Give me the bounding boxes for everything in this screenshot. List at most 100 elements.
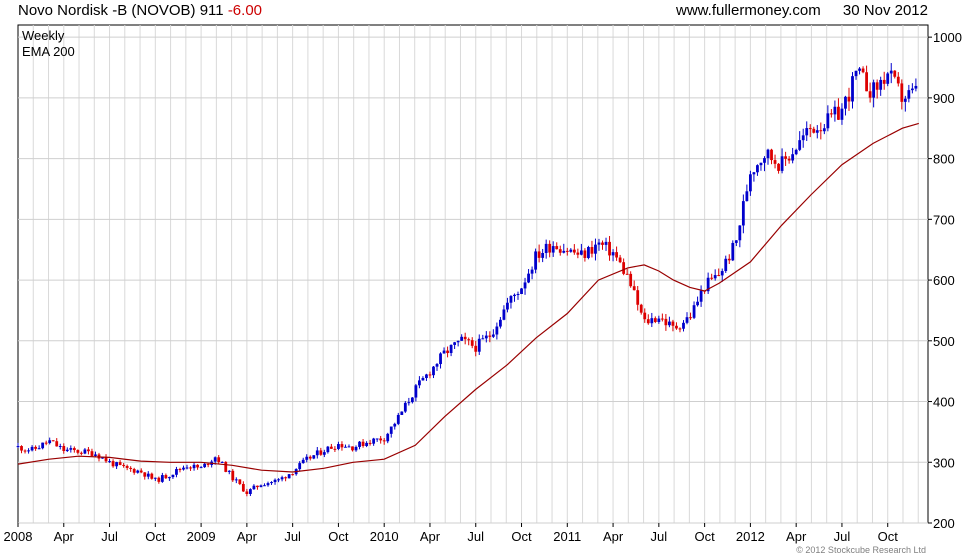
candle-body xyxy=(770,149,773,161)
candle-body xyxy=(442,350,446,354)
candle-body xyxy=(55,441,59,447)
candle-body xyxy=(69,448,73,450)
candle-body xyxy=(315,450,319,456)
candle-body xyxy=(410,397,414,403)
candle-body xyxy=(569,249,573,252)
candle-body xyxy=(175,469,178,475)
candle-body xyxy=(741,201,745,226)
candle-body xyxy=(34,446,38,449)
candle-body xyxy=(664,318,668,326)
candle-body xyxy=(220,461,224,463)
candle-body xyxy=(530,269,534,274)
candle-body xyxy=(865,72,868,92)
candle-body xyxy=(879,79,883,90)
candle-body xyxy=(488,335,492,337)
candle-body xyxy=(326,446,330,453)
candle-body xyxy=(396,414,400,424)
candle-body xyxy=(199,467,203,469)
candle-body xyxy=(87,449,90,452)
y-tick-label: 400 xyxy=(933,395,955,410)
candle-body xyxy=(516,293,520,295)
candle-body xyxy=(372,438,376,444)
candle-body xyxy=(322,452,326,455)
candle-body xyxy=(347,446,351,448)
candle-body xyxy=(724,258,728,272)
candle-body xyxy=(164,475,168,479)
candle-body xyxy=(907,90,911,99)
candle-body xyxy=(238,479,242,484)
candle-body xyxy=(467,339,471,341)
x-tick-label: Jul xyxy=(284,529,301,544)
candle-body xyxy=(791,154,795,161)
candle-body xyxy=(872,82,876,98)
x-tick-label: Apr xyxy=(420,529,441,544)
candle-body xyxy=(710,277,714,279)
candle-body xyxy=(23,450,27,452)
x-tick-label: Apr xyxy=(237,529,258,544)
candle-body xyxy=(125,465,129,468)
candle-body xyxy=(590,247,594,254)
candle-body xyxy=(51,440,55,442)
candle-body xyxy=(632,286,636,291)
x-tick-label: 2012 xyxy=(736,529,765,544)
candle-body xyxy=(534,251,538,270)
candle-body xyxy=(453,342,457,345)
candle-body xyxy=(837,106,840,120)
candle-body xyxy=(558,249,562,253)
candle-body xyxy=(685,317,689,323)
candle-body xyxy=(382,440,386,442)
candle-body xyxy=(509,296,513,303)
candle-body xyxy=(270,482,273,484)
candle-body xyxy=(122,464,126,466)
candle-body xyxy=(83,449,87,454)
candle-body xyxy=(65,449,69,451)
candle-body xyxy=(329,446,333,449)
candle-body xyxy=(44,442,48,444)
candle-body xyxy=(579,250,583,255)
candle-body xyxy=(143,472,147,477)
candle-body xyxy=(449,344,453,354)
candle-body xyxy=(76,450,80,453)
x-tick-label: Jul xyxy=(467,529,484,544)
candle-body xyxy=(615,252,618,258)
candle-body xyxy=(689,317,692,319)
candle-body xyxy=(826,113,830,129)
candle-body xyxy=(206,463,210,465)
candle-body xyxy=(763,158,766,163)
candle-body xyxy=(287,474,291,479)
candle-body xyxy=(572,249,576,253)
candle-body xyxy=(604,241,608,245)
candle-body xyxy=(365,442,368,447)
candle-body xyxy=(185,467,189,469)
candle-body xyxy=(646,319,650,324)
candle-body xyxy=(252,485,256,490)
candle-body xyxy=(660,318,664,320)
candle-body xyxy=(432,366,435,376)
candle-body xyxy=(541,253,545,258)
candle-body xyxy=(118,462,122,465)
candle-body xyxy=(234,479,238,481)
grid-lines xyxy=(18,25,928,524)
candle-body xyxy=(79,452,83,454)
candle-body xyxy=(231,470,235,481)
candle-body xyxy=(562,250,566,253)
candle-body xyxy=(62,446,66,451)
y-tick-label: 900 xyxy=(933,91,955,106)
candle-body xyxy=(178,469,182,471)
candle-body xyxy=(41,442,45,449)
candle-body xyxy=(291,474,295,476)
candle-body xyxy=(520,288,523,294)
candle-body xyxy=(48,440,52,444)
candle-body xyxy=(344,446,347,448)
candle-body xyxy=(389,426,393,434)
candle-body xyxy=(636,290,640,305)
candle-body xyxy=(213,457,217,462)
candle-body xyxy=(822,128,826,132)
candle-body xyxy=(696,301,699,306)
candle-body xyxy=(527,273,530,283)
candle-body xyxy=(886,73,890,84)
candle-body xyxy=(446,350,449,354)
candle-body xyxy=(748,174,752,192)
candle-body xyxy=(379,438,383,441)
candle-body xyxy=(203,463,207,468)
